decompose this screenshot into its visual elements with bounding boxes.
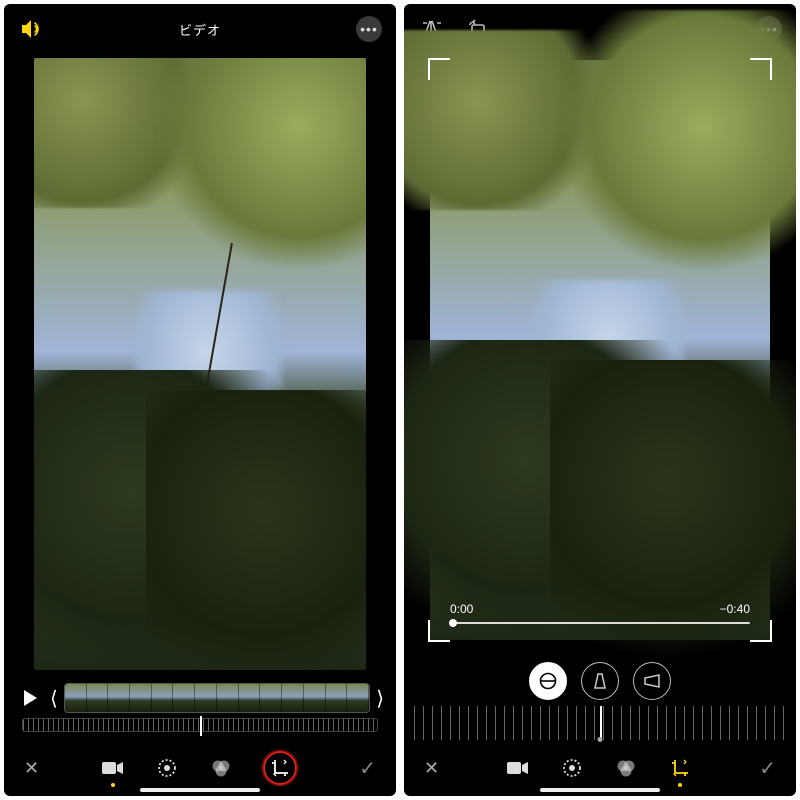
filmstrip-timeline[interactable] [64,683,370,713]
audio-toggle-button[interactable] [18,15,46,43]
vertical-perspective-button[interactable] [581,662,619,700]
done-button[interactable]: ✓ [359,756,376,781]
adjust-tab-button[interactable] [560,756,584,780]
angle-center-marker [600,706,602,740]
straighten-button[interactable] [529,662,567,700]
timeline-row: ⟨ ⟩ [4,678,396,718]
left-screen-video-edit: ビデオ ••• ⟨ ⟩ ✕ [4,4,396,796]
top-bar: ビデオ ••• [4,4,396,54]
playhead-track[interactable] [450,622,750,624]
scrub-row [4,718,396,740]
straighten-controls [404,656,796,706]
header-title: ビデオ [4,20,396,39]
more-options-button[interactable]: ••• [356,16,382,42]
time-overlay: 0:00 −0:40 [450,602,750,616]
cancel-button[interactable]: ✕ [424,758,439,779]
crop-frame[interactable]: 0:00 −0:40 [424,54,776,650]
angle-center-dot [598,737,603,742]
crop-corner-bl[interactable] [428,620,450,642]
home-indicator[interactable] [540,788,660,792]
trim-handle-right[interactable]: ⟩ [376,686,384,711]
video-preview[interactable] [34,58,366,670]
current-time-label: 0:00 [450,602,473,616]
crop-rotate-icon [670,758,690,778]
remaining-time-label: −0:40 [720,602,750,616]
trim-handle-left[interactable]: ⟨ [50,686,58,711]
cancel-button[interactable]: ✕ [24,758,39,779]
done-button[interactable]: ✓ [759,756,776,781]
video-tab-button[interactable] [506,756,530,780]
filters-tab-button[interactable] [614,756,638,780]
crop-tab-button[interactable] [668,756,692,780]
video-preview[interactable]: 0:00 −0:40 [430,60,770,640]
home-indicator[interactable] [140,788,260,792]
angle-ruler[interactable] [414,706,786,740]
adjust-tab-button[interactable] [155,756,179,780]
right-screen-crop-mode: ••• 0:00 −0:40 ✕ [404,4,796,796]
crop-tab-button-selected[interactable] [263,751,297,785]
horizontal-perspective-button[interactable] [633,662,671,700]
crop-corner-tr[interactable] [750,58,772,80]
video-tab-button[interactable] [101,756,125,780]
filters-tab-button[interactable] [209,756,233,780]
play-button[interactable] [16,684,44,712]
scrubber[interactable] [22,718,378,732]
crop-corner-br[interactable] [750,620,772,642]
crop-rotate-icon [270,758,290,778]
crop-corner-tl[interactable] [428,58,450,80]
